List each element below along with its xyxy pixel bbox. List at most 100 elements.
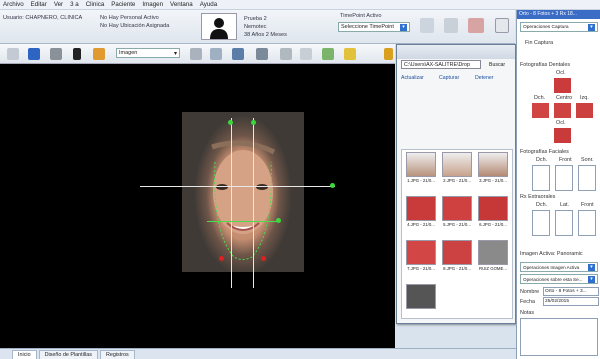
dental-arch-icon[interactable] (468, 18, 484, 33)
facial-right-label: Dch. (536, 157, 548, 163)
thumbnail[interactable]: RUIZ GOME... (478, 240, 508, 273)
person-silhouette-icon (210, 18, 228, 39)
thumbnail[interactable] (406, 284, 436, 317)
chevron-down-icon: ▾ (588, 263, 595, 271)
xray-lateral-slot[interactable] (555, 210, 573, 236)
thumbnail[interactable]: 2.JPG - 21/0... (442, 152, 472, 185)
menu-editar[interactable]: Editar (31, 1, 47, 8)
xray-right-label: Dch. (536, 202, 548, 208)
thumbnail[interactable]: 5.JPG - 21/0... (442, 196, 472, 229)
filter-icon[interactable] (322, 48, 334, 60)
menu-ayuda[interactable]: Ayuda (200, 1, 217, 8)
timepoint-label: TimePoint Activo (340, 13, 382, 19)
timepoint-select[interactable]: Seleccione TimePoint ▾ (338, 22, 410, 32)
tab-registros[interactable]: Registros (99, 350, 135, 359)
home-icon[interactable] (420, 18, 434, 33)
menu-clinica[interactable]: Clinica (86, 1, 105, 8)
notes-label: Notas (520, 310, 535, 316)
thumbnail[interactable]: 3.JPG - 21/0... (478, 152, 508, 185)
menu-archivo[interactable]: Archivo (3, 1, 24, 8)
tab-inicio[interactable]: Inicio (12, 350, 37, 359)
search-button[interactable]: Buscar (489, 62, 505, 68)
landmark-point[interactable] (276, 218, 281, 223)
thumbnail[interactable]: 6.JPG - 21/0... (478, 196, 508, 229)
facial-smile-slot[interactable] (578, 165, 596, 191)
occlusal-upper-slot[interactable] (554, 78, 571, 93)
pointer-icon[interactable] (73, 48, 81, 60)
vertical-guide-line-right[interactable] (253, 118, 254, 288)
facial-smile-label: Sonr. (581, 157, 594, 163)
right-teeth-slot[interactable] (532, 103, 549, 118)
thumbnail[interactable]: 4.JPG - 21/0... (406, 196, 436, 229)
landmark-point[interactable] (330, 183, 335, 188)
menu-3a[interactable]: 3 a (70, 1, 79, 8)
capture-button[interactable]: Capturar (439, 75, 459, 81)
thumbnail[interactable]: 8.JPG - 21/0... (442, 240, 472, 273)
chevron-down-icon: ▾ (400, 23, 407, 31)
tooth-icon[interactable] (444, 18, 458, 33)
left-teeth-slot[interactable] (576, 103, 593, 118)
ruler-icon[interactable] (280, 48, 292, 60)
thumbnail[interactable]: 7.JPG - 21/0... (406, 240, 436, 273)
horizontal-guide-line[interactable] (140, 186, 335, 187)
date-label: Fecha (520, 299, 535, 305)
undo-icon[interactable] (28, 48, 40, 60)
end-capture-button[interactable]: Fin Captura (525, 40, 553, 46)
extraoral-xray-heading: Rx Extraorales (520, 194, 556, 200)
flip-icon[interactable] (210, 48, 222, 60)
series-operations-select[interactable]: Operaciones sobre esta Se... ▾ (520, 274, 598, 284)
landmark-point-red[interactable] (261, 256, 266, 261)
landmark-point-red[interactable] (219, 256, 224, 261)
menu-ver[interactable]: Ver (54, 1, 63, 8)
chevron-down-icon: ▾ (588, 23, 595, 31)
series-name-input[interactable]: Orto - 8 Fotos + 3... (543, 287, 599, 296)
active-image-operations-select[interactable]: Operaciones Imagen Activa ▾ (520, 262, 598, 272)
capture-operations-value: Operaciones Captura (523, 24, 569, 30)
menu-paciente[interactable]: Paciente (111, 1, 135, 8)
occlusal-lower-slot[interactable] (554, 128, 571, 143)
template-header[interactable]: Orto - 8 Fotos + 3 Rx 18... (517, 10, 600, 19)
xray-right-slot[interactable] (532, 210, 550, 236)
menu-imagen[interactable]: Imagen (142, 1, 163, 8)
landmark-point[interactable] (251, 120, 256, 125)
menu-ventana[interactable]: Ventana (170, 1, 193, 8)
active-image-label: Imagen Activa: Panoramic (520, 251, 583, 257)
thumbnail-grid: 1.JPG - 21/0... 2.JPG - 21/0... 3.JPG - … (401, 149, 513, 319)
thumbnail[interactable]: 1.JPG - 21/0... (406, 152, 436, 185)
notes-textarea[interactable] (520, 318, 598, 356)
xray-front-label: Front (581, 202, 594, 208)
tools-icon[interactable] (384, 48, 393, 60)
capture-operations-select[interactable]: Operaciones Captura ▾ (520, 22, 598, 32)
patient-avatar[interactable] (201, 13, 237, 40)
folder-path-input[interactable]: C:\Users\AX-SALITRE\Drop (401, 60, 481, 69)
compare-icon[interactable] (256, 48, 268, 60)
left-label: Izq. (580, 95, 589, 101)
print-icon[interactable] (50, 48, 62, 60)
patient-face-photo (182, 112, 304, 272)
timepoint-select-value: Seleccione TimePoint (341, 24, 394, 30)
stop-button[interactable]: Detener (475, 75, 493, 81)
brush-icon[interactable] (93, 48, 105, 60)
center-teeth-slot[interactable] (554, 103, 571, 118)
refresh-button[interactable]: Actualizar (401, 75, 424, 81)
image-mode-select[interactable]: Imagen ▾ (116, 48, 180, 58)
rotate-icon[interactable] (190, 48, 202, 60)
facial-right-slot[interactable] (532, 165, 550, 191)
xray-front-slot[interactable] (578, 210, 596, 236)
refresh-icon[interactable] (495, 18, 509, 33)
facial-front-slot[interactable] (555, 165, 573, 191)
capture-panel: Orto - 8 Fotos + 3 Rx 18... Operaciones … (516, 10, 600, 359)
image-adjust-icon[interactable] (232, 48, 244, 60)
star-icon[interactable] (344, 48, 356, 60)
series-date-input[interactable]: 25/02/2015 (543, 297, 599, 306)
vertical-guide-line-left[interactable] (231, 118, 232, 288)
landmark-point[interactable] (228, 120, 233, 125)
save-icon[interactable] (7, 48, 19, 60)
brightness-icon[interactable] (300, 48, 312, 60)
face-illustration (211, 140, 276, 260)
right-label: Dch. (534, 95, 546, 101)
tab-diseno-plantillas[interactable]: Diseño de Plantillas (38, 350, 98, 359)
mouth-guide-line[interactable] (207, 221, 278, 222)
dental-photos-heading: Fotografías Dentales (520, 62, 571, 68)
menu-bar: Archivo Editar Ver 3 a Clinica Paciente … (0, 0, 600, 10)
